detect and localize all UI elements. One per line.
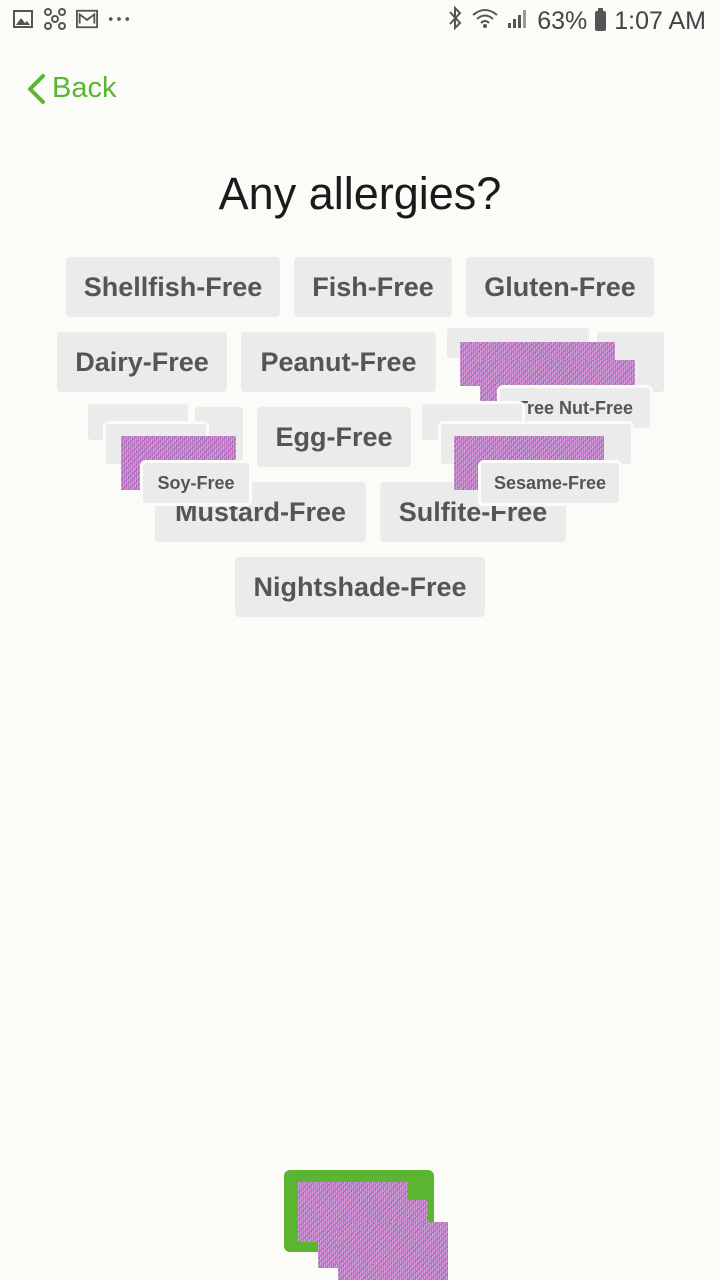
- bluetooth-icon: [447, 5, 463, 36]
- battery-percent: 63%: [537, 6, 588, 35]
- glitch-artifact: [338, 1222, 448, 1280]
- gallery-icon: [12, 8, 34, 30]
- signal-icon: [507, 7, 529, 36]
- option-dairy-free[interactable]: Dairy-Free: [57, 332, 227, 392]
- option-gluten-free[interactable]: Gluten-Free: [466, 257, 654, 317]
- option-nightshade-free[interactable]: Nightshade-Free: [235, 557, 485, 617]
- option-soy-free[interactable]: Soy-Free: [143, 463, 249, 503]
- notification-icons: [12, 8, 130, 30]
- back-button[interactable]: Back: [26, 72, 116, 105]
- page-title: Any allergies?: [218, 168, 502, 219]
- gmail-icon: [76, 8, 98, 30]
- clock: 1:07 AM: [614, 6, 706, 35]
- system-icons: 63% 1:07 AM: [447, 5, 706, 36]
- battery-icon: [595, 8, 607, 31]
- option-egg-free[interactable]: Egg-Free: [257, 407, 411, 467]
- wifi-icon: [471, 7, 499, 36]
- back-label: Back: [52, 72, 117, 104]
- option-shellfish-free[interactable]: Shellfish-Free: [66, 257, 280, 317]
- option-sesame-free[interactable]: Sesame-Free: [481, 463, 619, 503]
- option-peanut-free[interactable]: Peanut-Free: [241, 332, 436, 392]
- option-fish-free[interactable]: Fish-Free: [294, 257, 452, 317]
- status-bar: 63% 1:07 AM: [0, 0, 720, 44]
- more-notifications-icon: [108, 8, 130, 30]
- hub-icon: [44, 8, 66, 30]
- option-tree-nut-free[interactable]: Tree Nut-Free: [500, 388, 650, 428]
- chevron-left-icon: [28, 73, 45, 104]
